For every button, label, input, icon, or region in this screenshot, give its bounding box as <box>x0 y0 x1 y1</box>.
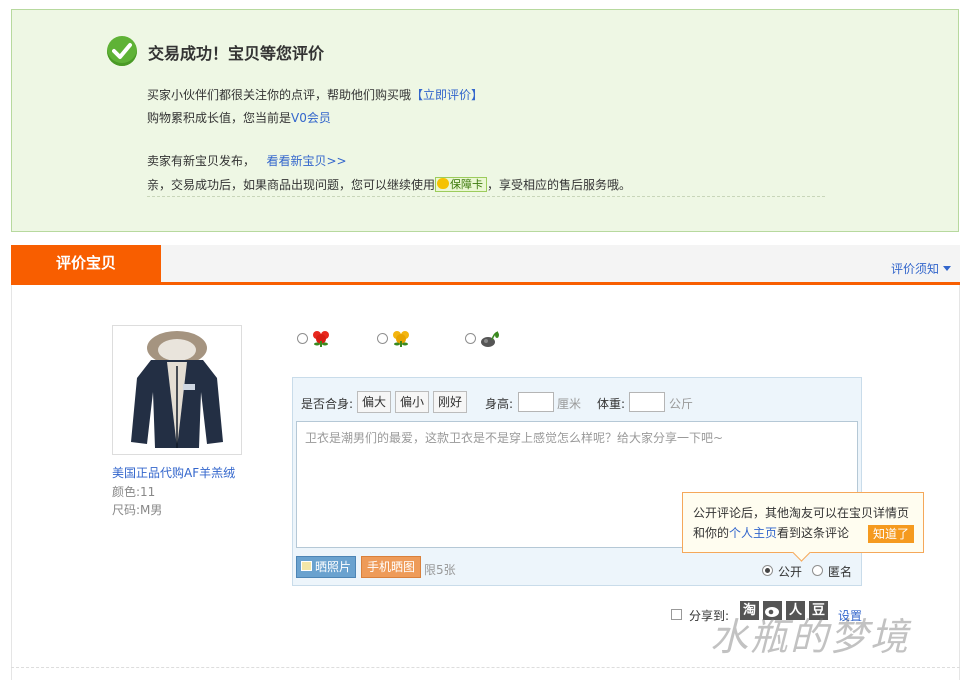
review-notice-label: 评价须知 <box>891 262 940 276</box>
banner-line-new-items: 卖家有新宝贝发布， 看看新宝贝>> <box>147 152 347 169</box>
banner-title: 交易成功！宝贝等您评价 <box>148 44 325 63</box>
success-check-icon <box>107 36 137 66</box>
photo-limit-text: 限5张 <box>424 563 456 577</box>
product-thumbnail[interactable] <box>112 325 242 455</box>
personal-homepage-link[interactable]: 个人主页 <box>729 526 777 540</box>
phone-photo-button[interactable]: 手机晒图 <box>361 556 421 578</box>
product-color: 颜色:11 <box>112 485 156 499</box>
review-hint-text: 买家小伙伴们都很关注你的点评，帮助他们购买哦 <box>147 88 412 102</box>
view-new-items-link[interactable]: 看看新宝贝>> <box>266 154 346 168</box>
height-label: 身高: <box>485 397 514 411</box>
fit-small-button[interactable]: 偏小 <box>395 391 430 413</box>
public-tooltip: 公开评论后，其他淘友可以在宝贝详情页 和你的个人主页看到这条评论 知道了 <box>682 492 924 562</box>
image-icon <box>301 561 312 571</box>
height-unit: 厘米 <box>557 397 582 411</box>
tooltip-text-1: 公开评论后，其他淘友可以在宝贝详情页 <box>693 506 910 520</box>
weight-label: 体重: <box>597 397 626 411</box>
section-divider <box>11 667 960 668</box>
product-size: 尺码:M男 <box>112 503 163 517</box>
anonymous-label: 匿名 <box>828 565 853 579</box>
red-flower-icon <box>313 331 329 347</box>
rating-neutral-radio[interactable] <box>377 333 388 344</box>
tooltip-suffix: 看到这条评论 <box>777 526 850 540</box>
withered-flower-icon <box>481 331 499 347</box>
chevron-down-icon <box>943 266 952 271</box>
anonymous-radio[interactable] <box>812 565 823 576</box>
product-name-link[interactable]: 美国正品代购AF羊羔绒 <box>112 464 235 481</box>
public-radio[interactable] <box>762 565 773 576</box>
guarantee-suffix: ，享受相应的售后服务哦。 <box>487 178 632 192</box>
weight-unit: 公斤 <box>669 397 694 411</box>
fit-large-button[interactable]: 偏大 <box>357 391 392 413</box>
public-label: 公开 <box>778 565 803 579</box>
weight-input[interactable] <box>629 392 665 412</box>
tab-review-item[interactable]: 评价宝贝 <box>11 245 161 282</box>
banner-line-guarantee: 亲，交易成功后，如果商品出现问题，您可以继续使用 保障卡 ，享受相应的售后服务哦。 <box>147 176 631 193</box>
rating-good-radio[interactable] <box>297 333 308 344</box>
member-level-link[interactable]: V0会员 <box>291 111 331 125</box>
fit-label: 是否合身: <box>301 397 354 411</box>
upload-photo-button[interactable]: 晒照片 <box>296 556 356 578</box>
banner-line-review: 买家小伙伴们都很关注你的点评，帮助他们购买哦【立即评价】 <box>147 88 484 102</box>
upload-photo-label: 晒照片 <box>315 560 352 574</box>
banner-divider <box>147 196 825 197</box>
rating-bad-radio[interactable] <box>465 333 476 344</box>
guarantee-card-badge[interactable]: 保障卡 <box>435 177 488 192</box>
got-it-button[interactable]: 知道了 <box>868 525 914 543</box>
watermark: 水瓶的梦境 <box>710 615 911 659</box>
guarantee-card-label: 保障卡 <box>450 178 484 191</box>
guarantee-card-icon <box>437 178 450 189</box>
fit-right-button[interactable]: 刚好 <box>433 391 468 413</box>
height-input[interactable] <box>518 392 554 412</box>
guarantee-prefix: 亲，交易成功后，如果商品出现问题，您可以继续使用 <box>147 178 436 192</box>
jacket-image <box>113 326 241 454</box>
banner-line-growth: 购物累积成长值，您当前是V0会员 <box>147 109 331 126</box>
review-now-link[interactable]: 立即评价 <box>423 88 471 102</box>
yellow-flower-icon <box>393 331 409 347</box>
new-items-text: 卖家有新宝贝发布， <box>147 154 256 168</box>
share-checkbox[interactable] <box>671 609 682 620</box>
tooltip-prefix: 和你的 <box>693 526 730 540</box>
review-notice-link[interactable]: 评价须知 <box>891 260 952 277</box>
growth-text: 购物累积成长值，您当前是 <box>147 111 292 125</box>
